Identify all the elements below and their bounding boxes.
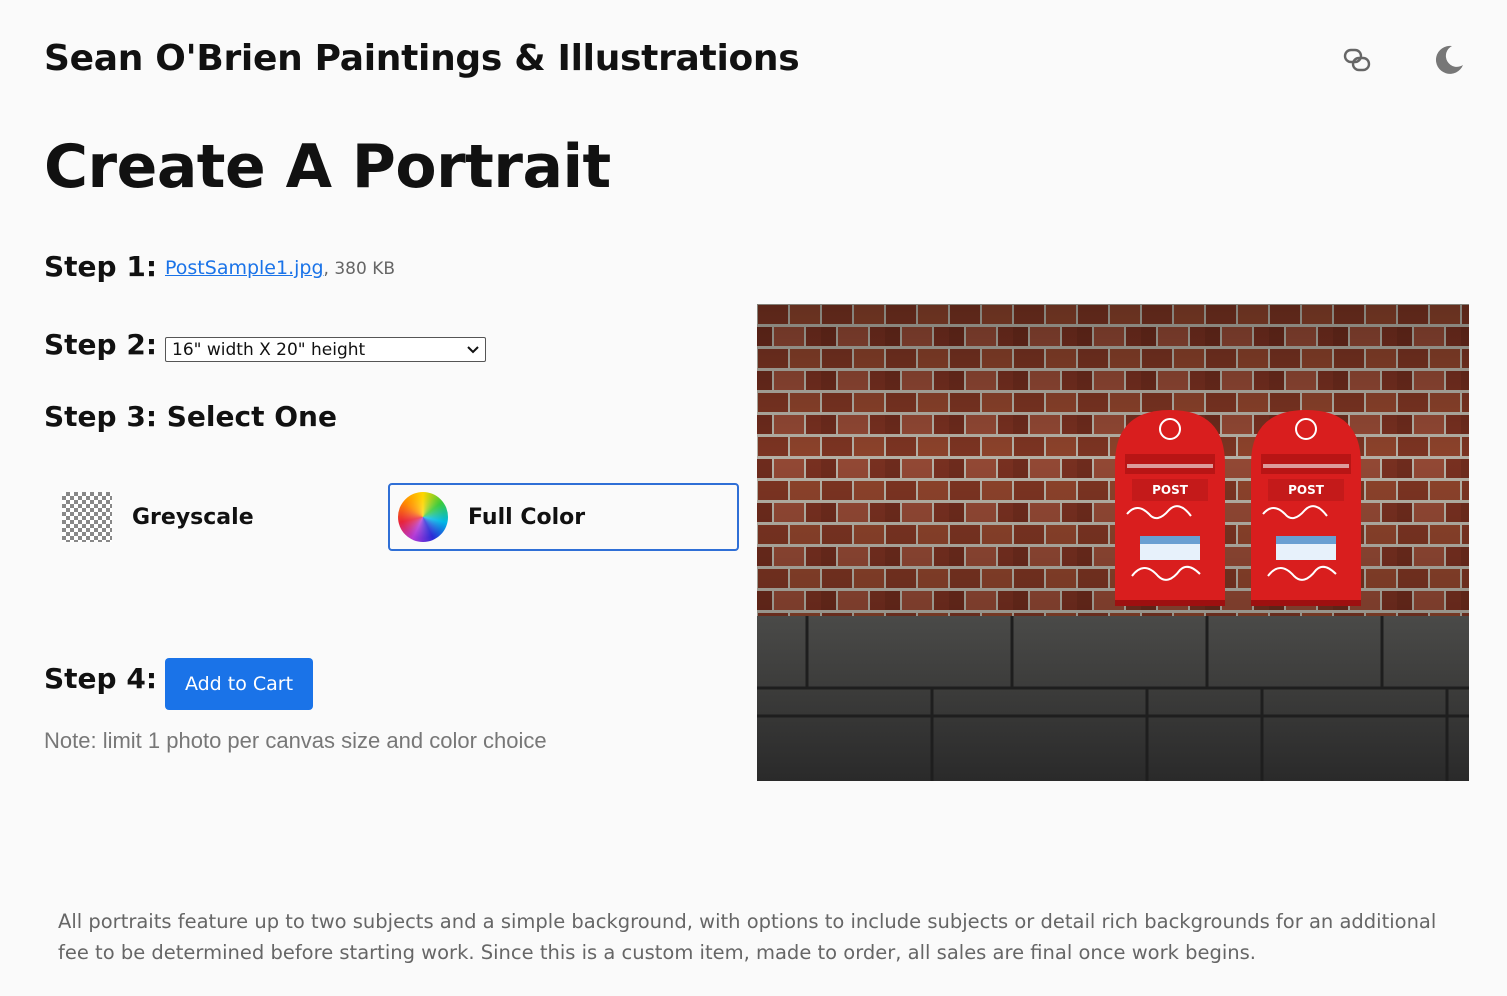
site-title[interactable]: Sean O'Brien Paintings & Illustrations: [44, 38, 800, 79]
site-header: Sean O'Brien Paintings & Illustrations: [0, 0, 1507, 120]
step4-label: Step 4:: [44, 662, 158, 695]
postbox-left-label: POST: [1152, 483, 1189, 497]
postbox-left: POST: [1115, 410, 1225, 606]
page-title: Create A Portrait: [44, 132, 611, 202]
postbox-right-label: POST: [1288, 483, 1325, 497]
canvas-size-selected-value: 16" width X 20" height: [172, 339, 366, 360]
greyscale-swatch-icon: [62, 492, 112, 542]
link-icon: [1343, 48, 1371, 72]
footer-disclaimer: All portraits feature up to two subjects…: [58, 910, 1437, 964]
uploaded-file-size: , 380 KB: [323, 259, 396, 279]
option-greyscale[interactable]: Greyscale: [50, 483, 370, 551]
step2-label: Step 2:: [44, 328, 158, 361]
uploaded-file-link[interactable]: PostSample1.jpg: [165, 257, 324, 279]
theme-toggle-button[interactable]: [1427, 38, 1471, 82]
chevron-down-icon: [467, 344, 479, 356]
limit-note: Note: limit 1 photo per canvas size and …: [44, 728, 547, 753]
option-full-color[interactable]: Full Color: [388, 483, 739, 551]
step1-label: Step 1:: [44, 250, 158, 283]
step3-label: Step 3: Select One: [44, 400, 337, 433]
canvas-size-select[interactable]: 16" width X 20" height: [165, 337, 486, 362]
option-greyscale-label: Greyscale: [132, 504, 254, 530]
add-to-cart-button[interactable]: Add to Cart: [165, 658, 313, 710]
uploaded-photo-preview: POST POST: [757, 304, 1469, 781]
moon-icon: [1435, 45, 1463, 74]
uploaded-file-info: PostSample1.jpg, 380 KB: [165, 257, 395, 279]
link-button[interactable]: [1335, 38, 1379, 82]
postbox-right: POST: [1251, 410, 1361, 606]
option-full-color-label: Full Color: [468, 504, 586, 530]
color-wheel-icon: [398, 492, 448, 542]
